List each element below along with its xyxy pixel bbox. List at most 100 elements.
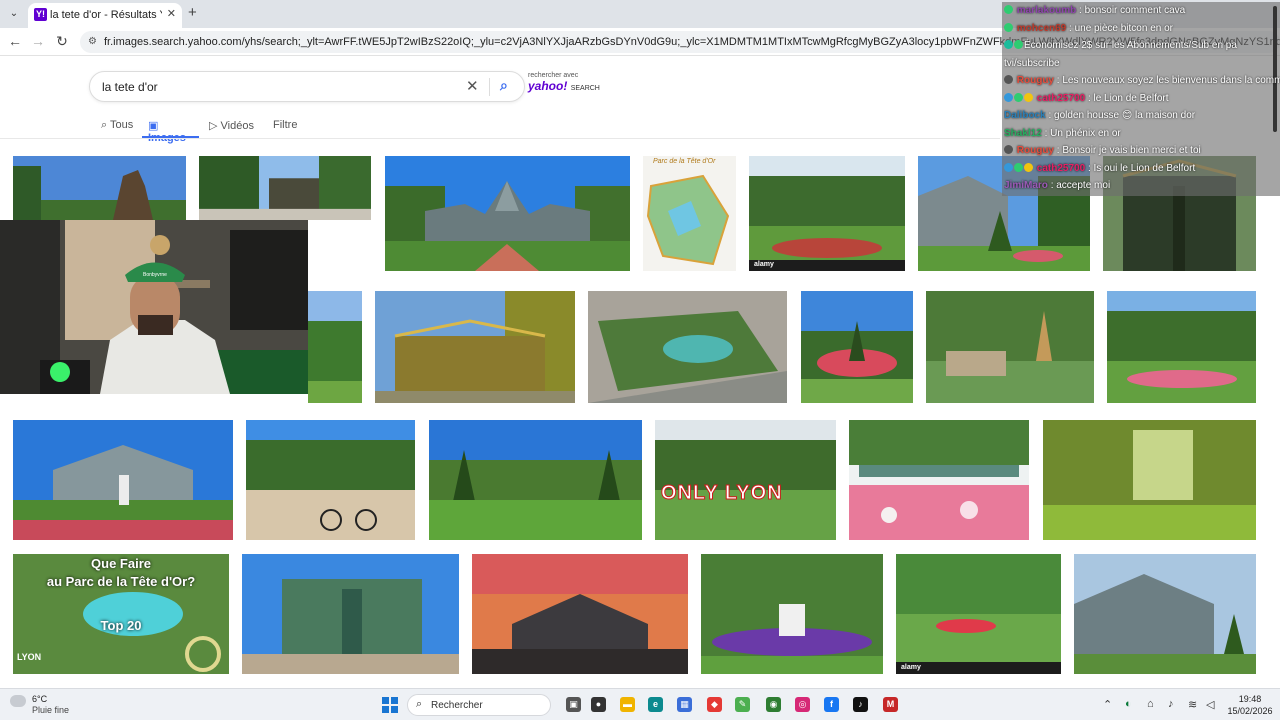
tab-filter[interactable]: Filtre	[273, 114, 297, 138]
browser-tab[interactable]: Y! la tete d'or - Résultats Yahoo F... ✕	[28, 3, 182, 28]
taskbar-search-label: Rechercher	[431, 700, 483, 711]
weather-text: Pluie fine	[32, 705, 70, 715]
app-dark-icon[interactable]: ●	[591, 697, 606, 712]
chat-message: Économisez 2$ sur les Abonnements/Sub en…	[1004, 37, 1280, 55]
tiktok-icon[interactable]: ♪	[853, 697, 868, 712]
chat-username[interactable]: JimiMaro	[1004, 180, 1051, 191]
clock-date: 15/02/2026	[1227, 706, 1273, 716]
microphone-icon[interactable]: ♪	[1168, 698, 1174, 710]
stream-chat-overlay: marlakoumb : bonsoir comment cava mohcen…	[1002, 2, 1280, 196]
chat-message: cath25700 : le Lion de Belfort	[1004, 90, 1280, 108]
powered-by-yahoo[interactable]: rechercher avec yahoo! SEARCH	[528, 72, 600, 93]
image-result[interactable]	[13, 156, 186, 220]
back-icon[interactable]: ←	[6, 33, 24, 49]
search-icon[interactable]: ⌕	[500, 77, 508, 94]
chat-username[interactable]: marlakoumb	[1014, 5, 1079, 16]
image-result[interactable]: Parc de la Tête d'Or	[643, 156, 736, 271]
chat-username[interactable]: Dalibock	[1004, 110, 1048, 121]
forward-icon[interactable]: →	[29, 33, 47, 49]
chat-username[interactable]: Shakl12	[1004, 128, 1045, 139]
search-box[interactable]: la tete d'or ✕ ⌕	[89, 71, 525, 102]
powered-by-text: rechercher avec	[528, 72, 579, 79]
volume-icon[interactable]: ◁	[1206, 698, 1214, 711]
edge-icon[interactable]: e	[648, 697, 663, 712]
taskbar-search[interactable]: ⌕ Rechercher	[407, 694, 551, 716]
image-result[interactable]	[1074, 554, 1256, 674]
clear-icon[interactable]: ✕	[466, 77, 479, 95]
image-result[interactable]	[13, 420, 233, 540]
app-tray-icon[interactable]: ◐	[1125, 698, 1132, 710]
tab-images[interactable]: ▣ Images	[142, 114, 199, 144]
image-result[interactable]	[385, 156, 630, 271]
file-explorer-icon[interactable]: ▬	[620, 697, 635, 712]
search-verticals: ⌕ Tous ▣ Images ▷ Vidéos Filtre	[0, 114, 1000, 144]
close-tab-icon[interactable]: ✕	[167, 7, 176, 20]
weather-temp: 6°C	[32, 694, 48, 704]
yahoo-logo: yahoo!	[528, 79, 568, 93]
facebook-icon[interactable]: f	[824, 697, 839, 712]
chat-message: Rouguy : Bonsoir je vais bien merci et t…	[1004, 142, 1280, 160]
chevron-up-icon[interactable]: ⌃	[1103, 698, 1112, 711]
chat-username[interactable]: cath25700	[1034, 93, 1088, 104]
chat-text: : golden housse 😊 la maison dor	[1048, 110, 1196, 121]
chat-message: cath25700 : Is oui le Lion de Belfort	[1004, 160, 1280, 178]
image-result[interactable]	[588, 291, 787, 403]
tab-videos-label: Vidéos	[220, 120, 254, 132]
chat-username[interactable]: Rouguy	[1014, 75, 1057, 86]
image-result[interactable]	[701, 554, 883, 674]
map-caption: Parc de la Tête d'Or	[653, 158, 716, 165]
tab-title: la tete d'or - Résultats Yahoo F...	[50, 9, 162, 21]
image-result[interactable]	[472, 554, 688, 674]
chat-badge-icon	[1024, 92, 1033, 102]
image-result[interactable]: alamy	[896, 554, 1061, 674]
chat-badge-icon	[1004, 145, 1013, 154]
chat-username[interactable]: Rouguy	[1014, 145, 1057, 156]
video-title-1: Que Faire	[91, 556, 151, 571]
app-diamond-icon[interactable]: ◆	[707, 697, 722, 712]
alamy-watermark: alamy	[754, 261, 774, 268]
task-view-icon[interactable]: ▣	[566, 697, 581, 712]
image-result[interactable]	[849, 420, 1029, 540]
image-result[interactable]: alamy	[749, 156, 905, 271]
app-pen-icon[interactable]: ✎	[735, 697, 750, 712]
system-clock[interactable]: 19:48 15/02/2026	[1224, 693, 1276, 717]
instagram-icon[interactable]: ◎	[795, 697, 810, 712]
image-result[interactable]	[1043, 420, 1256, 540]
search-input[interactable]: la tete d'or	[102, 80, 158, 94]
tab-search-icon[interactable]: ⌄	[6, 6, 22, 22]
site-info-icon[interactable]: ⚙	[88, 31, 97, 53]
image-result[interactable]	[199, 156, 371, 220]
shield-app-icon[interactable]: M	[883, 697, 898, 712]
image-result[interactable]	[429, 420, 642, 540]
chrome-icon[interactable]: ◉	[766, 697, 781, 712]
image-result[interactable]: ONLY LYON	[655, 420, 836, 540]
windows-start-icon[interactable]	[382, 697, 398, 713]
tab-all[interactable]: ⌕ Tous	[101, 114, 133, 138]
image-result[interactable]	[242, 554, 459, 674]
chat-message: Rouguy : Les nouveaux soyez les bienvenu…	[1004, 72, 1280, 90]
image-result[interactable]	[926, 291, 1094, 403]
search-divider	[489, 78, 490, 96]
chat-message: mohcen69 : une pièce bitcon en or	[1004, 20, 1280, 38]
image-result[interactable]	[801, 291, 913, 403]
only-lyon-sign: ONLY LYON	[661, 482, 783, 505]
app-grid-icon[interactable]: ▦	[677, 697, 692, 712]
chat-badge-icon	[1004, 162, 1013, 172]
network-icon[interactable]: ⌂	[1147, 698, 1154, 710]
chat-badge-icon	[1014, 92, 1023, 102]
video-result[interactable]: Que Faire au Parc de la Tête d'Or? Top 2…	[13, 554, 229, 674]
wifi-icon[interactable]: ≋	[1188, 698, 1197, 711]
tab-videos[interactable]: ▷ Vidéos	[209, 114, 254, 138]
chat-username[interactable]: mohcen69	[1014, 23, 1069, 34]
chat-badge-icon	[1004, 75, 1013, 84]
image-result[interactable]	[375, 291, 575, 403]
image-result[interactable]	[1107, 291, 1256, 403]
image-result[interactable]	[246, 420, 415, 540]
new-tab-icon[interactable]: +	[188, 4, 197, 21]
chat-badge-icon	[1004, 40, 1013, 49]
chat-badge-icon	[1004, 22, 1013, 32]
reload-icon[interactable]: ↻	[53, 33, 71, 50]
chat-username[interactable]: cath25700	[1034, 163, 1088, 174]
search-icon: ⌕	[416, 698, 423, 710]
image-result[interactable]	[308, 291, 362, 403]
